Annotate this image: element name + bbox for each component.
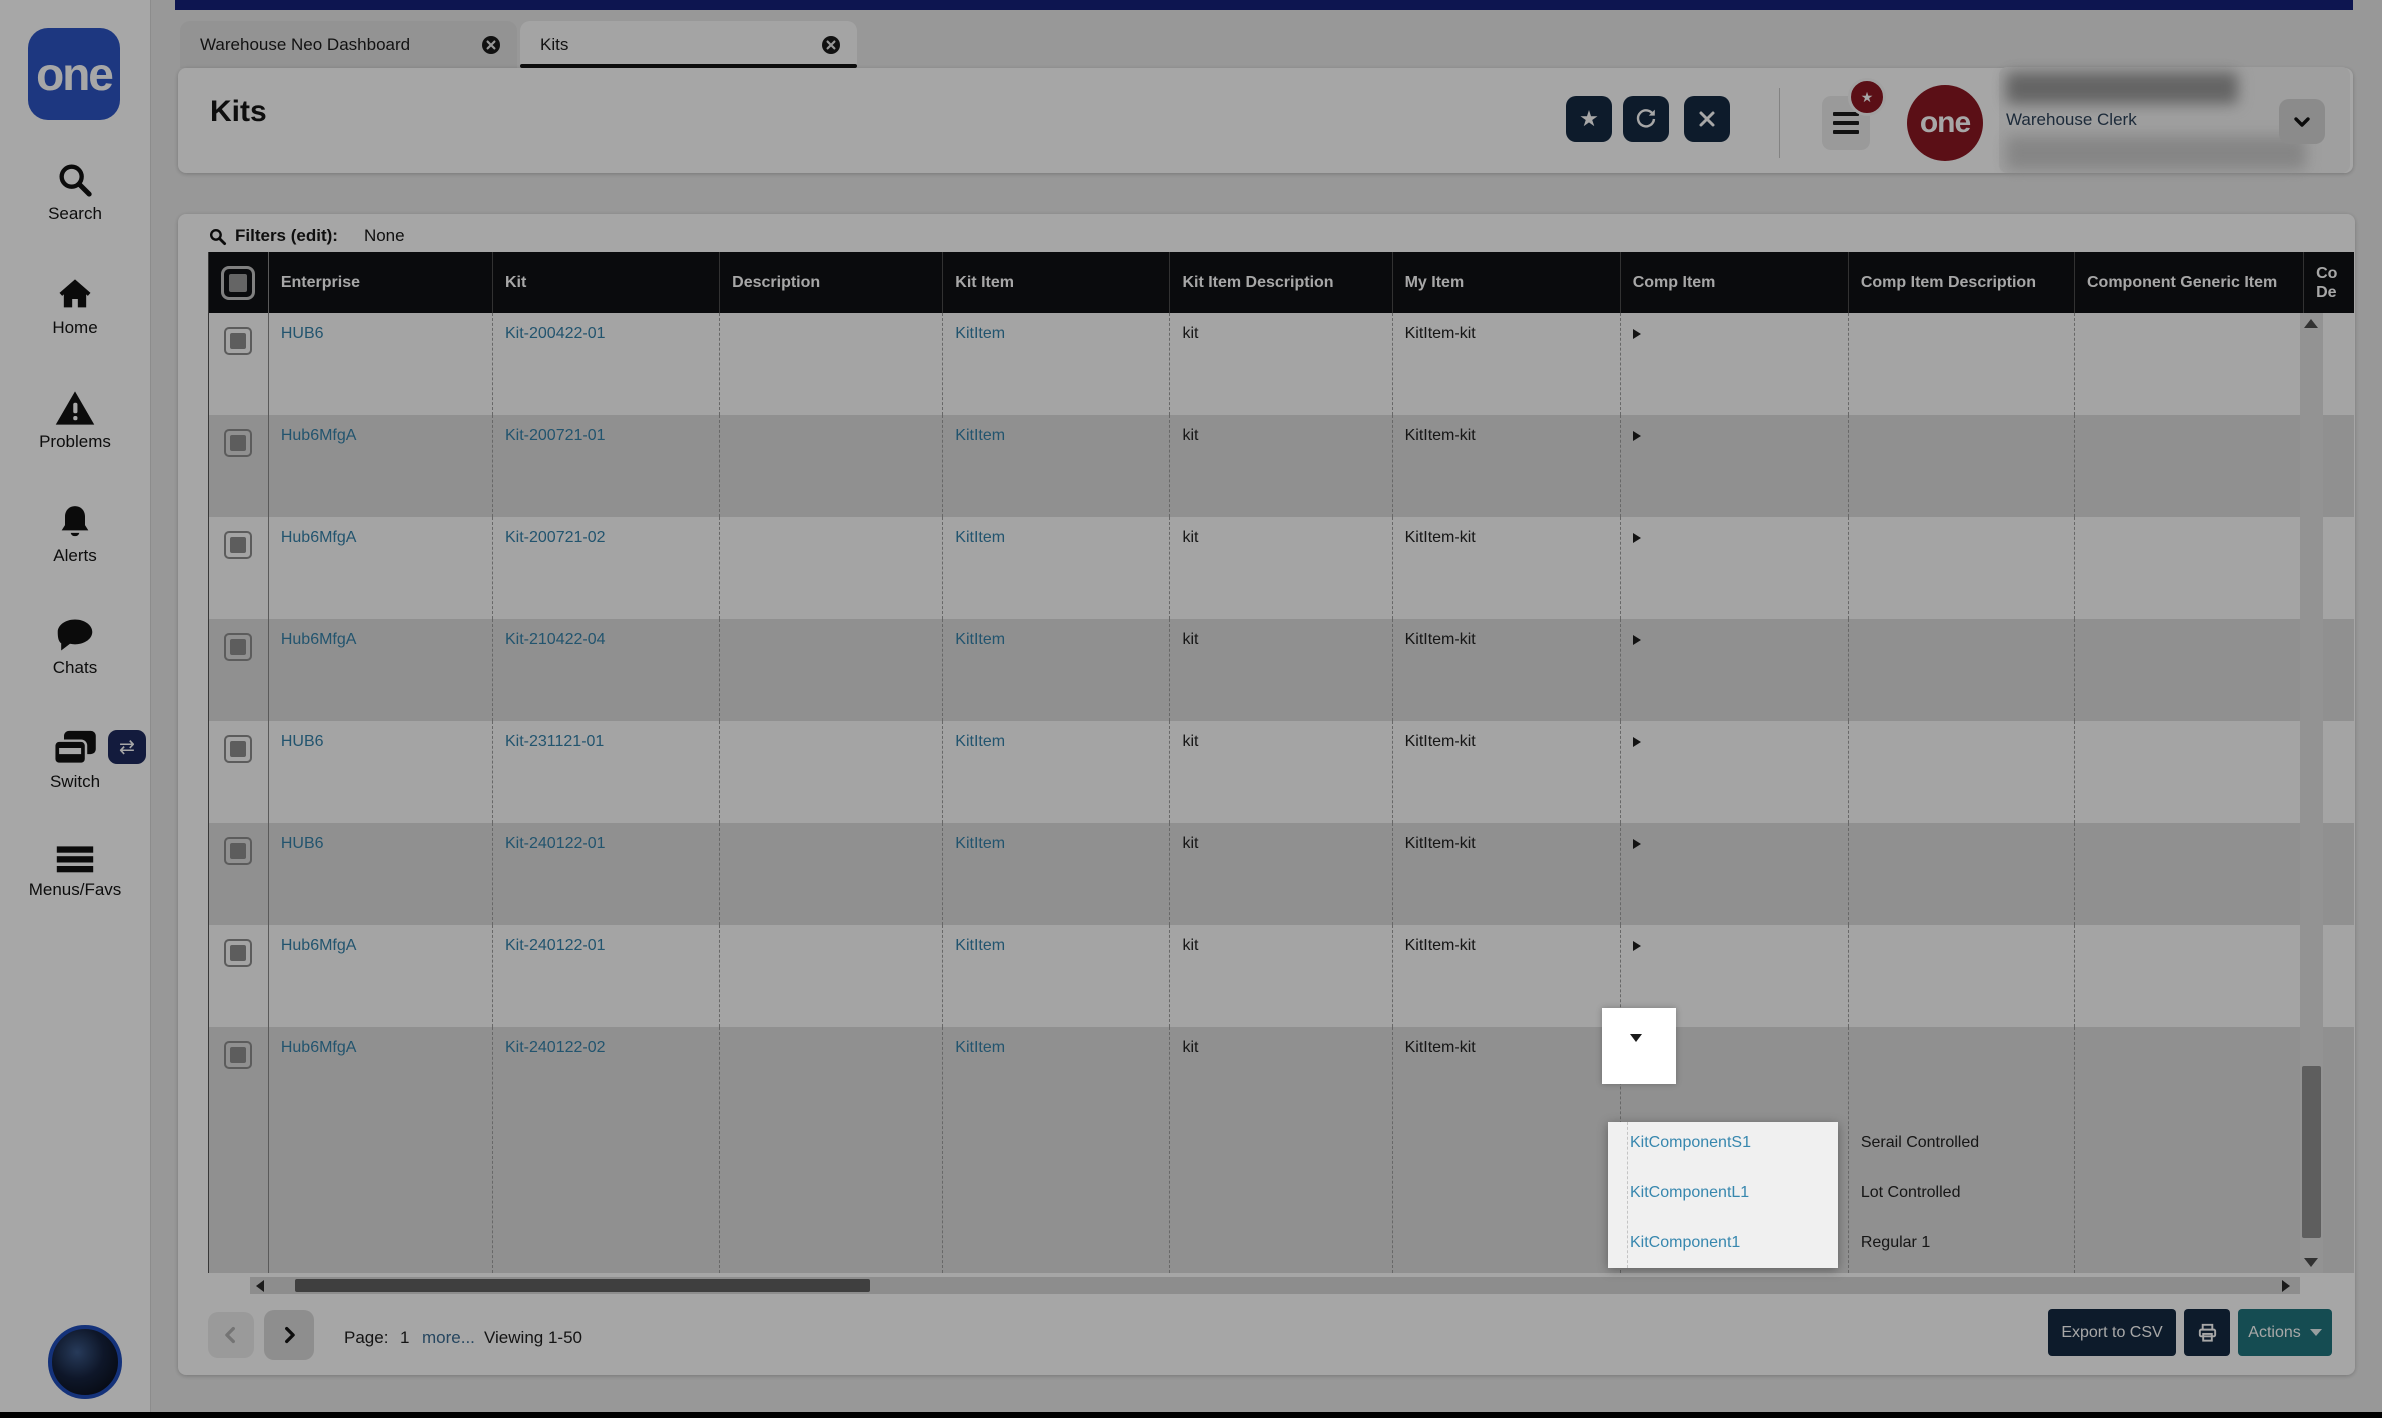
column-border-line <box>1627 1122 1628 1268</box>
modal-dim-overlay[interactable] <box>0 0 2382 1418</box>
component-link[interactable]: KitComponentL1 <box>1630 1184 1749 1208</box>
component-link[interactable]: KitComponentS1 <box>1630 1134 1751 1158</box>
expanded-comp-item-cell[interactable] <box>1602 1008 1676 1084</box>
app-window: one Search Home Problems Alerts Chats Sw… <box>0 0 2382 1418</box>
component-link[interactable]: KitComponent1 <box>1630 1234 1740 1258</box>
collapse-caret-icon[interactable] <box>1630 1034 1642 1042</box>
component-list-popup: KitComponentS1 KitComponentL1 KitCompone… <box>1608 1122 1838 1268</box>
